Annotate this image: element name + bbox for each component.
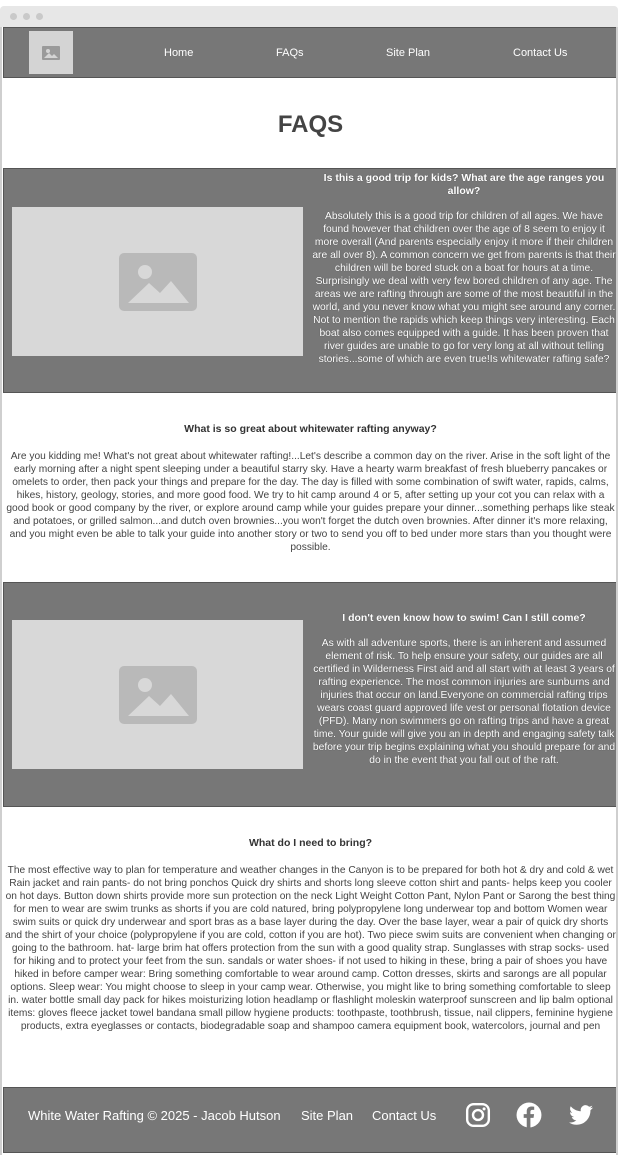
site-footer: White Water Rafting © 2025 - Jacob Hutso…: [3, 1087, 618, 1153]
faq-question: What is so great about whitewater raftin…: [184, 423, 437, 435]
faq-question: Is this a good trip for kids? What are t…: [323, 172, 605, 197]
footer-copyright: White Water Rafting © 2025 - Jacob Hutso…: [28, 1108, 281, 1123]
window-dot: [10, 13, 17, 20]
image-icon: [118, 252, 197, 311]
site-header: Home FAQs Site Plan Contact Us: [3, 27, 618, 78]
nav-home[interactable]: Home: [164, 47, 193, 59]
facebook-icon[interactable]: [516, 1102, 542, 1128]
browser-title-bar: [0, 6, 618, 27]
image-icon: [42, 46, 60, 60]
page: Home FAQs Site Plan Contact Us FAQS Is t…: [3, 27, 618, 1155]
faq-text: Is this a good trip for kids? What are t…: [311, 172, 617, 366]
nav-faqs[interactable]: FAQs: [276, 47, 304, 59]
image-placeholder: [12, 620, 303, 769]
faq-answer: As with all adventure sports, there is a…: [312, 638, 616, 766]
faq-answer: The most effective way to plan for tempe…: [5, 865, 616, 1032]
window-dot: [23, 13, 30, 20]
faq-section-great: What is so great about whitewater raftin…: [3, 423, 618, 554]
window-border: [0, 27, 2, 1155]
page-title: FAQS: [277, 111, 344, 138]
faq-section-bring: What do I need to bring? The most effect…: [3, 837, 618, 1033]
faq-answer: Absolutely this is a good trip for child…: [312, 211, 616, 365]
nav-site-plan[interactable]: Site Plan: [386, 47, 430, 59]
instagram-icon[interactable]: [465, 1102, 491, 1128]
logo-placeholder[interactable]: [29, 31, 73, 74]
footer-site-plan-link[interactable]: Site Plan: [301, 1108, 353, 1123]
footer-contact-link[interactable]: Contact Us: [372, 1108, 436, 1123]
window-dot: [36, 13, 43, 20]
faq-band-swim: I don't even know how to swim! Can I sti…: [3, 582, 618, 807]
image-placeholder: [12, 207, 303, 356]
faq-answer: Are you kidding me! What's not great abo…: [6, 451, 615, 553]
faq-question: What do I need to bring?: [248, 837, 373, 849]
nav-contact-us[interactable]: Contact Us: [513, 47, 567, 59]
image-icon: [118, 665, 197, 724]
faq-text: I don't even know how to swim! Can I sti…: [311, 612, 617, 767]
twitter-icon[interactable]: [568, 1102, 594, 1128]
faq-question: I don't even know how to swim! Can I sti…: [342, 612, 586, 624]
faq-band-kids: Is this a good trip for kids? What are t…: [3, 168, 618, 393]
